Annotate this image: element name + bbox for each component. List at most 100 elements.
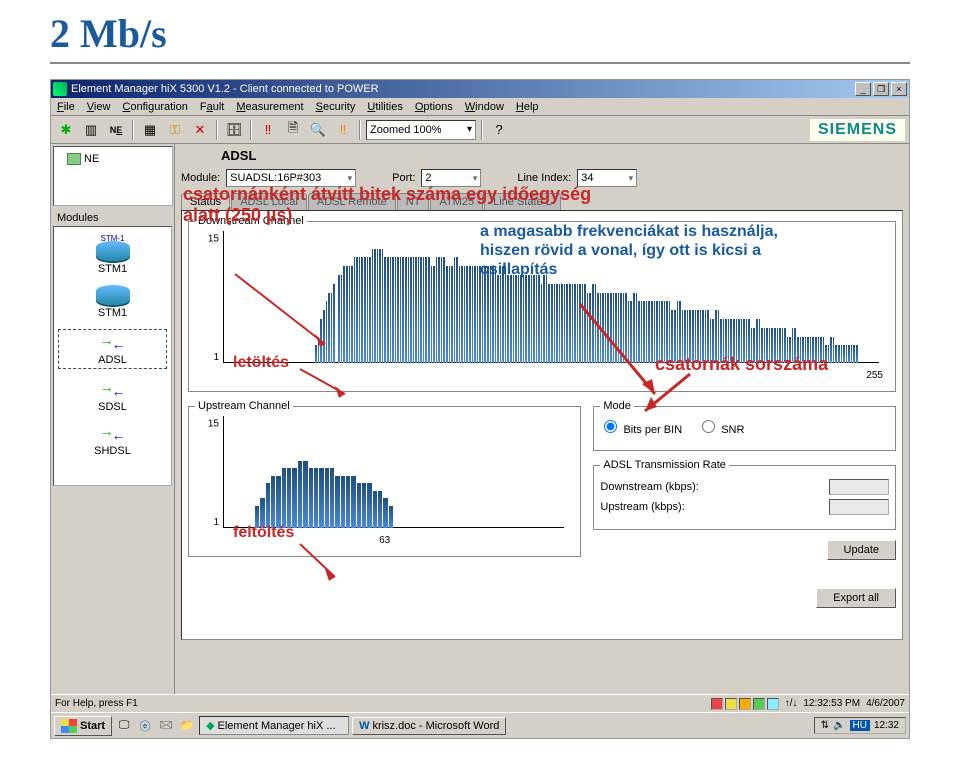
lang-indicator[interactable]: HU [850,720,870,731]
alert-orange-icon[interactable]: ‼ [332,119,354,141]
menubar: File View Configuration Fault Measuremen… [51,98,909,116]
status-arrows: ↑/↓ [785,698,798,709]
rate-down-value [829,479,889,495]
module-shdsl[interactable]: SHDSL [58,423,167,457]
ql-ie-icon[interactable]: ⓔ [136,717,154,735]
x-icon[interactable]: ✕ [189,119,211,141]
menu-security[interactable]: Security [316,101,356,113]
ql-desktop-icon[interactable]: 🖵 [115,717,133,735]
app-icon [53,82,67,96]
rate-group: ADSL Transmission Rate Downstream (kbps)… [593,459,896,530]
status-time: 12:32:53 PM [803,698,860,709]
tray-vol-icon[interactable]: 🔈 [833,720,845,731]
help-icon[interactable]: ? [488,119,510,141]
status-led-yellow [725,698,737,710]
tree-icon[interactable]: ✱ [55,119,77,141]
close-button[interactable]: × [891,82,907,96]
screenshot-window: Element Manager hiX 5300 V1.2 - Client c… [50,79,910,739]
content-pane: ADSL Module: SUADSL:16P#303 Port: 2 Line… [175,144,909,694]
ql-outlook-icon[interactable]: 🖂 [157,717,175,735]
upstream-chart: 15 1 63 [195,416,574,546]
status-led-red [711,698,723,710]
section-label: ADSL [221,148,903,163]
menu-help[interactable]: Help [516,101,539,113]
status-text: For Help, press F1 [55,698,138,709]
menu-file[interactable]: File [57,101,75,113]
modules-list: STM-1 STM1 STM1 ADSL SDSL SHDSL [53,226,172,486]
tree-pane[interactable]: NE [53,146,173,206]
window-title: Element Manager hiX 5300 V1.2 - Client c… [71,83,855,95]
menu-config[interactable]: Configuration [122,101,187,113]
status-led-green [753,698,765,710]
tabs-row: Status ADSL Local ADSL Remote NT ATM25 L… [181,193,903,210]
rate-up-value [829,499,889,515]
minimize-button[interactable]: _ [855,82,871,96]
task-word[interactable]: Wkrisz.doc - Microsoft Word [352,717,506,735]
port-dropdown[interactable]: 2 [421,169,481,187]
titlebar: Element Manager hiX 5300 V1.2 - Client c… [51,80,909,98]
module-stm1-2[interactable]: STM1 [58,285,167,319]
search-icon[interactable]: 🔍 [307,119,329,141]
windows-flag-icon [61,719,77,733]
ne-node-icon [67,153,81,165]
tree-node-ne[interactable]: NE [67,153,169,165]
tab-status[interactable]: Status [181,193,230,210]
arrow-1 [225,264,345,354]
port-label: Port: [392,172,415,184]
upstream-group: Upstream Channel 15 1 63 [188,400,581,557]
tab-adsl-remote[interactable]: ADSL Remote [308,193,396,210]
chip-icon[interactable]: ▦ [139,119,161,141]
radio-bits[interactable]: Bits per BIN [604,420,682,436]
maximize-button[interactable]: ❐ [873,82,889,96]
radio-snr[interactable]: SNR [702,420,744,436]
status-date: 4/6/2007 [866,698,905,709]
export-button[interactable]: Export all [816,588,896,608]
key-icon[interactable]: ⚿ [164,119,186,141]
status-led-orange [739,698,751,710]
status-led-cyan [767,698,779,710]
taskbar: Start 🖵 ⓔ 🖂 📁 ◆Element Manager hiX ... W… [51,712,909,738]
menu-window[interactable]: Window [465,101,504,113]
menu-utilities[interactable]: Utilities [367,101,402,113]
arrow-3 [295,364,355,404]
lineidx-dropdown[interactable]: 34 [577,169,637,187]
doc-icon[interactable]: 🗎 [282,119,304,141]
rate-down-label: Downstream (kbps): [600,481,698,493]
alert-red-icon[interactable]: ‼ [257,119,279,141]
tray-clock: 12:32 [874,720,899,731]
sheet-icon[interactable]: ▥ [80,119,102,141]
module-adsl[interactable]: ADSL [58,329,167,369]
toolbar: ✱ ▥ NE ▦ ⚿ ✕ 🗄 ‼ 🗎 🔍 ‼ Zoomed 100% ? SIE… [51,116,909,144]
menu-options[interactable]: Options [415,101,453,113]
arrow-4 [635,369,705,419]
module-label: Module: [181,172,220,184]
module-dropdown[interactable]: SUADSL:16P#303 [226,169,356,187]
start-button[interactable]: Start [54,716,112,736]
tab-adsl-local[interactable]: ADSL Local [231,193,307,210]
tab-linestate[interactable]: Line State L [484,193,561,210]
rate-up-label: Upstream (kbps): [600,501,684,513]
ne-icon[interactable]: NE [105,119,127,141]
modules-label: Modules [57,212,172,224]
menu-view[interactable]: View [87,101,111,113]
module-sdsl[interactable]: SDSL [58,379,167,413]
menu-fault[interactable]: Fault [200,101,224,113]
module-stm1-1[interactable]: STM-1 STM1 [58,241,167,275]
ql-explorer-icon[interactable]: 📁 [178,717,196,735]
task-elementmgr[interactable]: ◆Element Manager hiX ... [199,716,349,735]
tray-net-icon[interactable]: ⇅ [821,720,829,731]
downstream-legend: Downstream Channel [195,215,307,227]
tab-nt[interactable]: NT [397,193,430,210]
arrow-5 [295,539,345,584]
db-icon[interactable]: 🗄 [223,119,245,141]
slide-title: 2 Mb/s [0,0,960,62]
zoom-combo[interactable]: Zoomed 100% [366,120,476,140]
systray[interactable]: ⇅ 🔈 HU 12:32 [814,717,906,734]
menu-measurement[interactable]: Measurement [236,101,303,113]
app-statusbar: For Help, press F1 ↑/↓ 12:32:53 PM 4/6/2… [51,694,909,712]
title-divider [50,62,910,64]
tab-atm25[interactable]: ATM25 [430,193,483,210]
lineidx-label: Line Index: [517,172,571,184]
rate-legend: ADSL Transmission Rate [600,459,728,471]
update-button[interactable]: Update [827,540,896,560]
